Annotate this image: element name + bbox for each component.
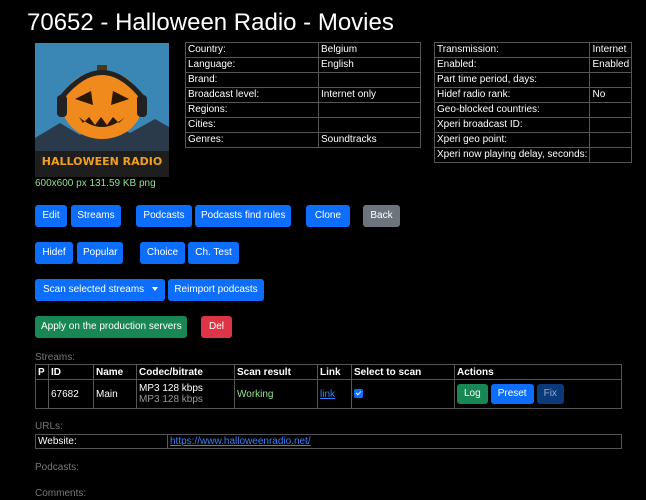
codec-bitrate: MP3 128 kbps	[139, 383, 203, 394]
info-row: Hidef radio rank: No	[433, 87, 633, 103]
ch-test-button[interactable]: Ch. Test	[188, 242, 239, 264]
info-row: Cities:	[185, 117, 421, 133]
scan-selected-streams-button[interactable]: Scan selected streams	[35, 279, 165, 301]
urls-table: Website: https://www.halloweenradio.net/	[35, 434, 622, 449]
info-row: Broadcast level: Internet only	[185, 87, 421, 103]
popular-button[interactable]: Popular	[77, 242, 123, 264]
select-to-scan-checkbox[interactable]	[354, 389, 363, 399]
stream-link[interactable]: link	[320, 389, 335, 400]
website-label: Website:	[35, 434, 168, 449]
choice-button[interactable]: Choice	[140, 242, 185, 264]
station-logo: HALLOWEEN RADIO	[35, 43, 169, 177]
info-row: Enabled: Enabled	[433, 57, 633, 73]
info-row: Xperi geo point:	[433, 132, 633, 148]
edit-button[interactable]: Edit	[35, 205, 67, 227]
info-row: Xperi now playing delay, seconds:	[433, 147, 633, 163]
back-button[interactable]: Back	[363, 205, 400, 227]
logo-text: HALLOWEEN RADIO	[41, 155, 163, 168]
logo-caption: 600x600 px 131.59 KB png	[35, 178, 156, 189]
info-row: Brand:	[185, 72, 421, 88]
info-row: Xperi broadcast ID:	[433, 117, 633, 133]
info-row: Geo-blocked countries:	[433, 102, 633, 118]
podcasts-label: Podcasts:	[35, 462, 79, 473]
streams-button[interactable]: Streams	[71, 205, 121, 227]
info-row: Country: Belgium	[185, 42, 421, 58]
preset-button[interactable]: Preset	[490, 384, 534, 404]
podcasts-button[interactable]: Podcasts	[136, 205, 192, 227]
reimport-podcasts-button[interactable]: Reimport podcasts	[168, 279, 264, 301]
log-button[interactable]: Log	[457, 384, 488, 404]
table-row: 67682 Main MP3 128 kbps MP3 128 kbps Work…	[35, 379, 622, 409]
delete-button[interactable]: Del	[201, 316, 232, 338]
apply-production-button[interactable]: Apply on the production servers	[35, 316, 187, 338]
page-title: 70652 - Halloween Radio - Movies	[27, 9, 394, 36]
info-row: Transmission: Internet	[433, 42, 633, 58]
streams-label: Streams:	[35, 352, 76, 363]
info-row: Language: English	[185, 57, 421, 73]
hidef-button[interactable]: Hidef	[35, 242, 73, 264]
codec-bitrate-secondary: MP3 128 kbps	[139, 394, 203, 405]
clone-button[interactable]: Clone	[306, 205, 350, 227]
fix-button[interactable]: Fix	[536, 384, 564, 404]
table-row: Website: https://www.halloweenradio.net/	[35, 434, 622, 449]
info-row: Genres: Soundtracks	[185, 132, 421, 148]
info-row: Regions:	[185, 102, 421, 118]
info-table-right: Transmission: Internet Enabled: Enabled Pa…	[433, 42, 633, 163]
scan-result: Working	[234, 379, 318, 409]
comments-label: Comments:	[35, 488, 87, 499]
info-table-left: Country: Belgium Language: English Brand: …	[185, 42, 421, 148]
info-row: Part time period, days:	[433, 72, 633, 88]
website-link[interactable]: https://www.halloweenradio.net/	[170, 436, 311, 447]
chevron-down-icon	[152, 287, 159, 292]
podcasts-find-rules-button[interactable]: Podcasts find rules	[195, 205, 291, 227]
urls-label: URLs:	[35, 421, 63, 432]
table-header-row: P ID Name Codec/bitrate Scan result Link…	[35, 364, 622, 380]
streams-table: P ID Name Codec/bitrate Scan result Link…	[35, 364, 622, 409]
